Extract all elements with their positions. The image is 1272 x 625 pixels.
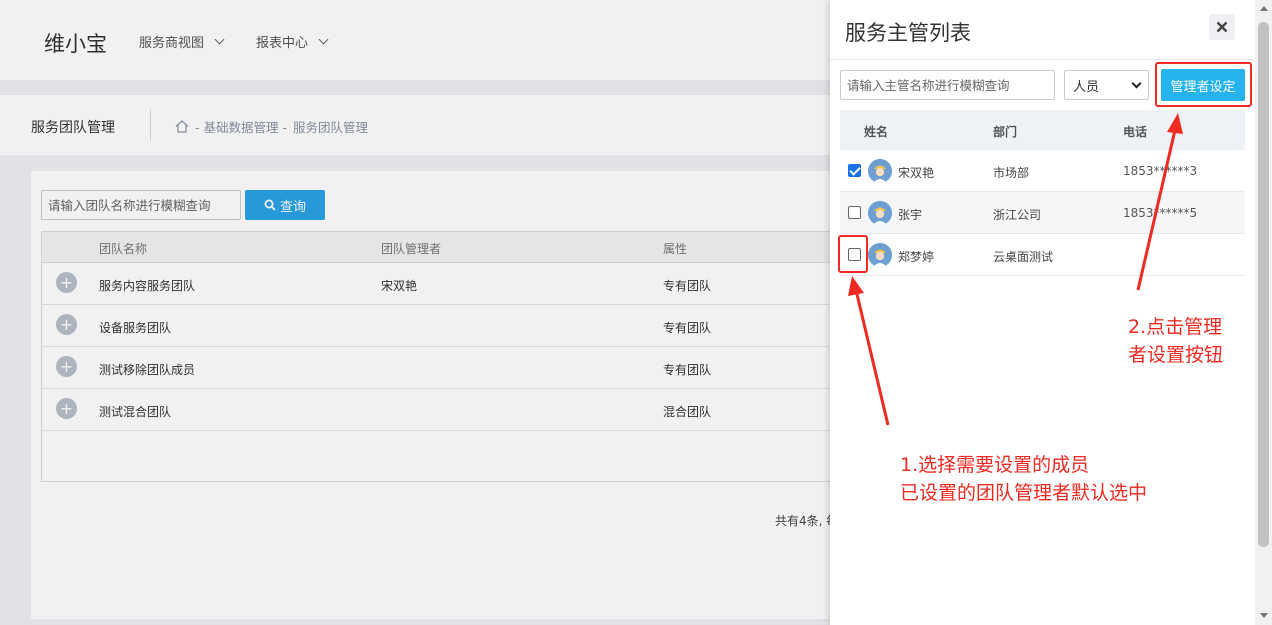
manager-name: 张宇	[898, 208, 923, 222]
chevron-down-icon	[1131, 78, 1142, 88]
modal-overlay[interactable]	[0, 0, 830, 625]
manager-dept: 市场部	[993, 166, 1030, 180]
annotation-note-1: 1.选择需要设置的成员 已设置的团队管理者默认选中	[900, 451, 1147, 507]
manager-search-input[interactable]	[840, 70, 1055, 100]
column-header: 部门	[993, 125, 1018, 139]
manager-name: 宋双艳	[898, 166, 935, 180]
manager-table: 姓名 部门 电话 宋双艳 市场部 1853******3 张宇 浙江公司 185…	[840, 110, 1245, 276]
manager-dept: 浙江公司	[993, 208, 1042, 222]
annotation-text: 1.选择需要设置的成员	[900, 454, 1090, 476]
checkbox-highlight-box	[838, 235, 868, 273]
avatar	[868, 201, 892, 225]
annotation-note-2: 2.点击管理 者设置按钮	[1128, 313, 1223, 369]
manager-phone: 1853******5	[1123, 206, 1198, 220]
row-checkbox[interactable]	[848, 164, 861, 177]
drawer-title: 服务主管列表	[845, 21, 971, 45]
set-button-highlight-box	[1155, 62, 1252, 107]
annotation-text: 2.点击管理	[1128, 316, 1223, 338]
manager-phone: 1853******3	[1123, 164, 1198, 178]
annotation-text: 者设置按钮	[1128, 344, 1224, 366]
type-select-value: 人员	[1073, 79, 1100, 95]
avatar	[868, 243, 892, 267]
scroll-up-icon[interactable]	[1260, 6, 1268, 11]
scroll-down-icon[interactable]	[1260, 613, 1268, 618]
column-header: 姓名	[864, 125, 889, 139]
column-header: 电话	[1123, 125, 1148, 139]
row-checkbox[interactable]	[848, 206, 861, 219]
manager-dept: 云桌面测试	[993, 250, 1054, 264]
table-row[interactable]: 郑梦婷 云桌面测试	[840, 234, 1245, 276]
divider	[830, 59, 1255, 60]
table-header: 姓名 部门 电话	[840, 110, 1245, 150]
manager-name: 郑梦婷	[898, 250, 935, 264]
table-row[interactable]: 宋双艳 市场部 1853******3	[840, 150, 1245, 192]
close-button[interactable]	[1209, 14, 1235, 40]
type-select[interactable]: 人员	[1064, 70, 1149, 100]
close-icon	[1216, 21, 1228, 33]
avatar	[868, 159, 892, 183]
scroll-thumb[interactable]	[1258, 22, 1269, 547]
annotation-text: 已设置的团队管理者默认选中	[900, 482, 1148, 504]
scrollbar[interactable]	[1255, 0, 1272, 625]
table-row[interactable]: 张宇 浙江公司 1853******5	[840, 192, 1245, 234]
